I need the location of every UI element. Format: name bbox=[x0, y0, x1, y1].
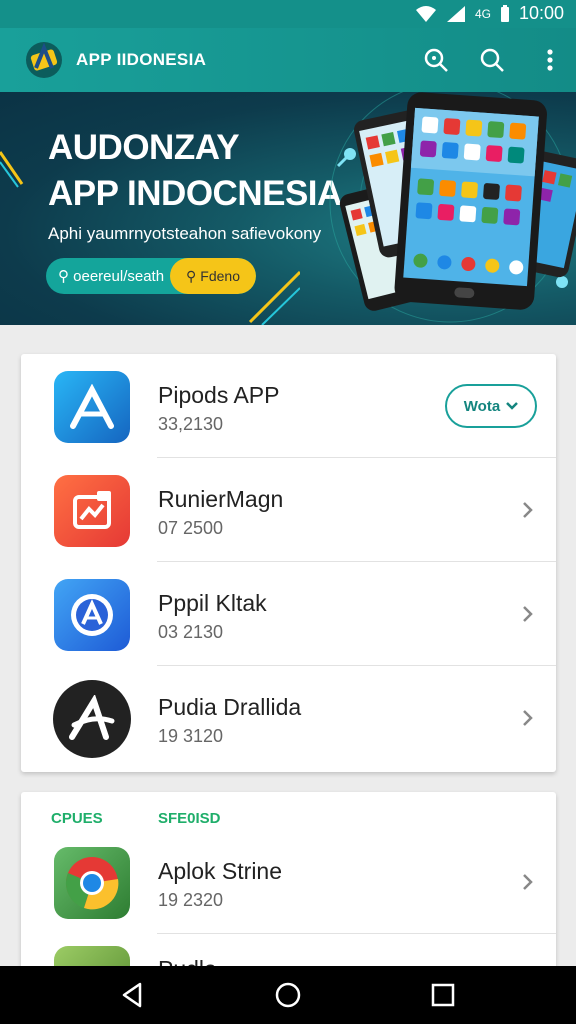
chevron-right-icon[interactable] bbox=[520, 872, 536, 892]
hero-banner[interactable]: AUDONZAY APP INDOCNESIA Aphi yaumrnyotst… bbox=[0, 92, 576, 325]
app-meta: 03 2130 bbox=[158, 622, 224, 642]
chevron-right-icon[interactable] bbox=[520, 708, 536, 728]
app-bar: APP IIDONESIA bbox=[0, 28, 576, 92]
chart-app-icon bbox=[54, 475, 130, 547]
wota-button[interactable]: Wota bbox=[445, 384, 537, 428]
section-label-left[interactable]: CPUES bbox=[51, 810, 103, 827]
app-name: Pppil Kltak bbox=[158, 590, 267, 616]
app-logo-icon[interactable] bbox=[24, 40, 64, 80]
pill-search-text[interactable]: ⚲ oeereul/seath bbox=[58, 267, 164, 285]
back-icon[interactable] bbox=[118, 980, 148, 1010]
wifi-icon bbox=[415, 5, 436, 22]
app-name: RunierMagn bbox=[158, 486, 284, 512]
app-meta: 19 2320 bbox=[158, 890, 224, 910]
signal-icon bbox=[446, 5, 465, 22]
location-icon: ⚲ bbox=[58, 268, 74, 285]
status-bar: 4G 10:00 bbox=[0, 0, 576, 28]
featured-apps-card: Pipods APP 33,2130 Wota RunierMagn 07 25… bbox=[21, 354, 556, 772]
app-name: Pudia Drallida bbox=[158, 694, 302, 720]
hero-title-line1: AUDONZAY bbox=[48, 128, 240, 167]
badge-app-icon bbox=[54, 579, 130, 651]
app-meta: 07 2500 bbox=[158, 518, 224, 538]
list-item[interactable]: Aplok Strine 19 2320 bbox=[21, 830, 556, 934]
home-icon[interactable] bbox=[273, 980, 303, 1010]
list-item[interactable]: Pipods APP 33,2130 Wota bbox=[21, 354, 556, 458]
list-item[interactable]: RunierMagn 07 2500 bbox=[21, 458, 556, 562]
app-title: APP IIDONESIA bbox=[76, 50, 207, 69]
pin-icon: ⚲ bbox=[186, 267, 197, 284]
chevron-right-icon[interactable] bbox=[520, 500, 536, 520]
phones-illustration bbox=[329, 92, 576, 323]
search-icon[interactable] bbox=[476, 44, 508, 76]
a-logo-app-icon bbox=[53, 680, 131, 758]
pill-demo-button[interactable]: ⚲ Fdeno bbox=[170, 258, 256, 294]
chevron-down-icon bbox=[506, 402, 519, 410]
signal-text: 4G bbox=[474, 6, 491, 21]
chrome-icon bbox=[54, 847, 130, 919]
app-name: Pipods APP bbox=[158, 382, 280, 408]
more-vert-icon[interactable] bbox=[534, 44, 566, 76]
category-card: CPUES SFE0ISD Aplok Strine 19 2320 Pudla bbox=[21, 792, 556, 972]
battery-icon bbox=[500, 4, 509, 22]
list-item[interactable]: Pudia Drallida 19 3120 bbox=[21, 666, 556, 770]
app-meta: 19 3120 bbox=[158, 726, 224, 746]
list-item[interactable]: Pppil Kltak 03 2130 bbox=[21, 562, 556, 666]
hero-search-pill[interactable]: ⚲ oeereul/seath ⚲ Fdeno bbox=[46, 258, 256, 294]
chevron-right-icon[interactable] bbox=[520, 604, 536, 624]
search-icon[interactable] bbox=[420, 44, 452, 76]
app-name: Aplok Strine bbox=[158, 858, 283, 884]
hero-title-line2: APP INDOCNESIA bbox=[48, 174, 342, 213]
recents-icon[interactable] bbox=[428, 980, 458, 1010]
system-nav-bar bbox=[0, 966, 576, 1024]
hero-subtitle: Aphi yaumrnyotsteahon safievokony bbox=[48, 224, 322, 243]
status-time: 10:00 bbox=[518, 3, 564, 23]
app-store-icon bbox=[54, 371, 130, 443]
app-meta: 33,2130 bbox=[158, 414, 224, 434]
section-label-right[interactable]: SFE0ISD bbox=[158, 810, 221, 827]
